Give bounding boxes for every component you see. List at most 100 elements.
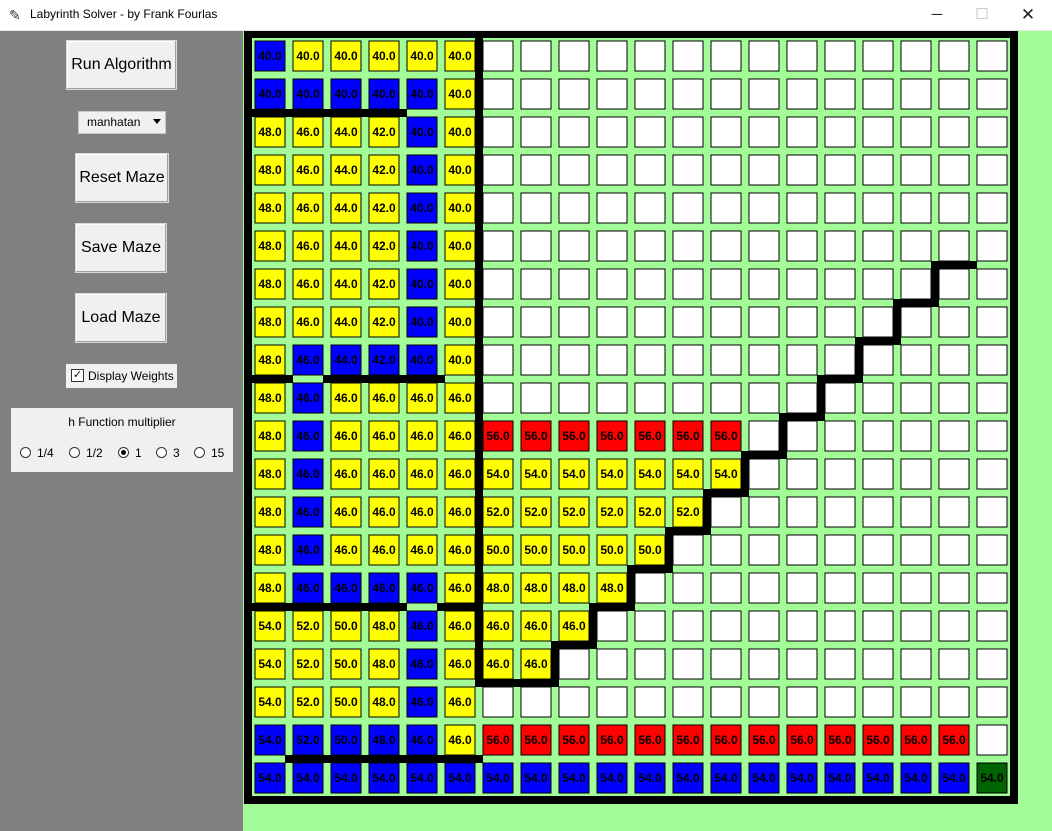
maze-cell[interactable] — [824, 306, 856, 338]
maze-cell[interactable] — [634, 116, 666, 148]
maze-cell[interactable] — [710, 534, 742, 566]
load-maze-button[interactable]: Load Maze — [75, 293, 167, 343]
maze-cell[interactable] — [976, 78, 1008, 110]
maze-cell[interactable] — [976, 572, 1008, 604]
maze-cell[interactable] — [520, 116, 552, 148]
maze-cell[interactable] — [634, 154, 666, 186]
maze-cell[interactable] — [786, 78, 818, 110]
maze-cell[interactable] — [976, 40, 1008, 72]
maze-cell[interactable] — [482, 306, 514, 338]
maze-cell[interactable] — [710, 230, 742, 262]
maze-cell[interactable] — [596, 40, 628, 72]
maze-cell[interactable] — [938, 268, 970, 300]
maze-cell[interactable] — [748, 40, 780, 72]
maze-cell[interactable] — [672, 534, 704, 566]
maze-cell[interactable] — [938, 534, 970, 566]
maze-cell[interactable] — [672, 230, 704, 262]
maze-cell[interactable] — [482, 116, 514, 148]
maze-cell[interactable] — [900, 230, 932, 262]
maze-cell[interactable] — [824, 458, 856, 490]
maze-cell[interactable] — [900, 116, 932, 148]
maze-cell[interactable] — [862, 496, 894, 528]
maze-cell[interactable] — [900, 496, 932, 528]
maze-cell[interactable] — [558, 648, 590, 680]
maze-cell[interactable] — [596, 610, 628, 642]
maze-cell[interactable] — [748, 382, 780, 414]
maze-cell[interactable] — [596, 382, 628, 414]
maze-cell[interactable] — [938, 344, 970, 376]
maze-cell[interactable] — [900, 268, 932, 300]
maze-cell[interactable] — [938, 382, 970, 414]
maze-cell[interactable] — [710, 382, 742, 414]
maze-cell[interactable] — [900, 192, 932, 224]
maze-cell[interactable] — [520, 268, 552, 300]
maze-cell[interactable] — [976, 534, 1008, 566]
maze-cell[interactable] — [824, 344, 856, 376]
maze-cell[interactable] — [938, 192, 970, 224]
maze-cell[interactable] — [482, 192, 514, 224]
maze-cell[interactable] — [482, 344, 514, 376]
maze-cell[interactable] — [596, 344, 628, 376]
reset-maze-button[interactable]: Reset Maze — [75, 153, 169, 203]
maze-cell[interactable] — [824, 78, 856, 110]
maze-cell[interactable] — [482, 382, 514, 414]
maze-cell[interactable] — [786, 382, 818, 414]
maze-cell[interactable] — [748, 686, 780, 718]
maze-cell[interactable] — [900, 344, 932, 376]
display-weights-checkbox[interactable]: ✓ — [71, 369, 84, 382]
maze-cell[interactable] — [710, 572, 742, 604]
maze-cell[interactable] — [482, 40, 514, 72]
maze-cell[interactable] — [748, 496, 780, 528]
maze-cell[interactable] — [596, 230, 628, 262]
maze-cell[interactable] — [710, 344, 742, 376]
radio-button-selected-icon[interactable] — [118, 447, 129, 458]
maze-cell[interactable] — [748, 458, 780, 490]
maze-cell[interactable] — [710, 496, 742, 528]
maze-cell[interactable] — [862, 116, 894, 148]
maze-cell[interactable] — [862, 420, 894, 452]
maze-cell[interactable] — [558, 344, 590, 376]
maze-cell[interactable] — [900, 610, 932, 642]
maze-cell[interactable] — [824, 420, 856, 452]
maze-cell[interactable] — [862, 572, 894, 604]
maze-cell[interactable] — [862, 230, 894, 262]
maze-cell[interactable] — [710, 192, 742, 224]
maze-cell[interactable] — [596, 154, 628, 186]
maze-cell[interactable] — [862, 458, 894, 490]
maze-border[interactable] — [244, 31, 1018, 804]
close-button[interactable]: ✕ — [1005, 0, 1051, 30]
maze-cell[interactable] — [482, 230, 514, 262]
maze-cell[interactable] — [862, 268, 894, 300]
maze-cell[interactable] — [862, 192, 894, 224]
maze-cell[interactable] — [862, 306, 894, 338]
maze-cell[interactable] — [824, 268, 856, 300]
maze-cell[interactable] — [672, 382, 704, 414]
maze-cell[interactable] — [786, 154, 818, 186]
maze-cell[interactable] — [482, 268, 514, 300]
maze-cell[interactable] — [900, 572, 932, 604]
maze-cell[interactable] — [976, 496, 1008, 528]
maze-cell[interactable] — [672, 610, 704, 642]
maze-cell[interactable] — [520, 154, 552, 186]
maze-cell[interactable] — [900, 78, 932, 110]
maze-cell[interactable] — [824, 192, 856, 224]
radio-button-icon[interactable] — [20, 447, 31, 458]
maze-cell[interactable] — [558, 686, 590, 718]
maze-cell[interactable] — [786, 572, 818, 604]
maze-cell[interactable] — [672, 78, 704, 110]
maze-cell[interactable] — [596, 268, 628, 300]
maze-cell[interactable] — [976, 344, 1008, 376]
maze-cell[interactable] — [596, 116, 628, 148]
maze-cell[interactable] — [824, 382, 856, 414]
maximize-button[interactable]: ☐ — [959, 0, 1005, 30]
maze-cell[interactable] — [900, 458, 932, 490]
maze-cell[interactable] — [976, 154, 1008, 186]
maze-cell[interactable] — [748, 78, 780, 110]
maze-cell[interactable] — [672, 344, 704, 376]
maze-cell[interactable] — [672, 268, 704, 300]
maze-cell[interactable] — [938, 572, 970, 604]
display-weights-checkbox-row[interactable]: ✓ Display Weights — [66, 364, 177, 388]
maze-cell[interactable] — [824, 496, 856, 528]
maze-cell[interactable] — [558, 40, 590, 72]
maze-cell[interactable] — [824, 40, 856, 72]
